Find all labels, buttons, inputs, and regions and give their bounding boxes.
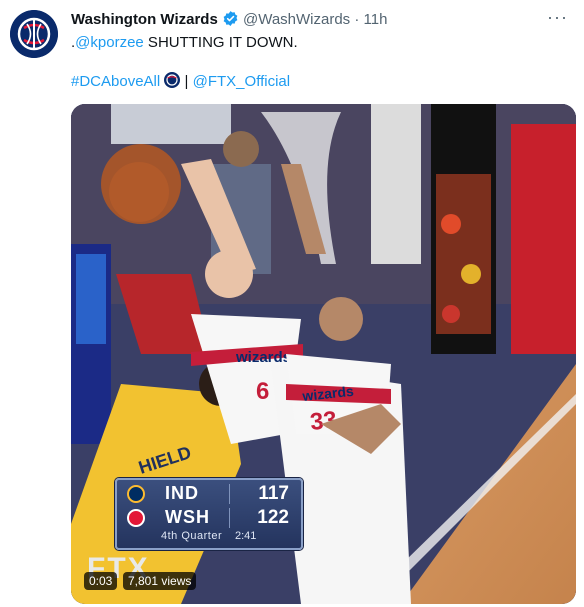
timestamp[interactable]: 11h [364, 11, 388, 28]
team2-score: 122 [257, 507, 289, 528]
team2-label: WSH [165, 507, 210, 527]
more-options-icon[interactable]: ··· [547, 8, 568, 26]
tweet-hashtags: #DCAboveAll | @FTX_Official [71, 72, 290, 94]
scorebug-row-away: WSH 122 [117, 506, 301, 530]
verified-badge-icon [222, 10, 239, 33]
tweet-text: .@kporzee SHUTTING IT DOWN. [71, 33, 298, 53]
video-player[interactable]: HIELD 24 wizards 6 wizards 33 IND 117 WS… [71, 104, 576, 604]
scorebug-divider [229, 484, 230, 504]
tweet-header: Washington Wizards @WashWizards · 11h [71, 10, 570, 30]
scorebug: IND 117 WSH 122 4th Quarter 2:41 [115, 478, 303, 550]
hashtag-link[interactable]: #DCAboveAll [71, 73, 160, 90]
team1-score: 117 [258, 483, 289, 504]
pacers-logo-icon [127, 485, 145, 503]
view-count: 7,801 views [123, 572, 197, 590]
video-timestamp: 0:03 [84, 572, 118, 590]
text-body: SHUTTING IT DOWN. [143, 34, 298, 51]
mention-link-2[interactable]: @FTX_Official [193, 73, 290, 90]
separator: · [354, 11, 360, 28]
jersey-number-porzingis: 6 [256, 378, 269, 405]
wizards-scorebug-logo-icon [127, 509, 145, 527]
team1-label: IND [165, 483, 199, 503]
scorebug-divider-2 [229, 508, 230, 528]
game-clock: 2:41 [235, 530, 257, 542]
pipe-separator: | [180, 73, 193, 90]
jersey-text-porzingis: wizards [235, 349, 291, 366]
display-name[interactable]: Washington Wizards [71, 11, 218, 28]
hashflag-wizards-icon [164, 72, 181, 94]
quarter-label: 4th Quarter [161, 530, 223, 542]
scorebug-row-home: IND 117 [117, 482, 301, 506]
wizards-logo-icon [10, 10, 58, 58]
handle[interactable]: @WashWizards [243, 11, 350, 28]
avatar[interactable] [10, 10, 58, 58]
mention-link[interactable]: @kporzee [75, 34, 144, 51]
